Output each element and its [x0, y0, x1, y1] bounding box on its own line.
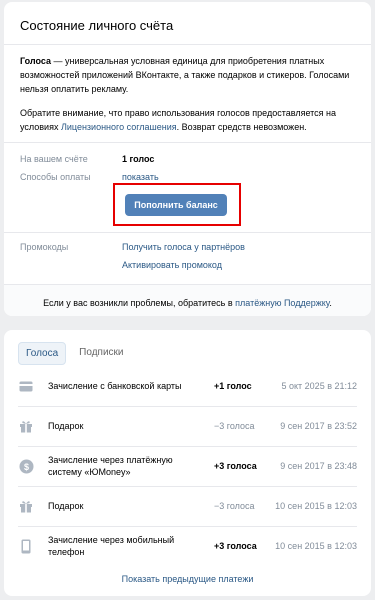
divider [4, 284, 371, 285]
payment-methods-label: Способы оплаты [20, 172, 91, 182]
account-status-card: Состояние личного счёта Голоса — универс… [4, 2, 371, 316]
transaction-row: Зачисление через мобильный телефон +3 гол… [4, 526, 371, 566]
transaction-date: 9 сен 2017 в 23:48 [280, 461, 357, 471]
transaction-date: 5 окт 2025 в 21:12 [281, 381, 358, 391]
divider [4, 232, 371, 233]
transaction-date: 10 сен 2015 в 12:03 [275, 501, 357, 511]
transaction-name: Подарок [48, 501, 84, 511]
partner-votes-link[interactable]: Получить голоса у партнёров [122, 242, 245, 252]
row-divider [18, 526, 357, 527]
notice-suffix: . Возврат средств невозможен. [176, 122, 307, 132]
support-suffix: . [329, 298, 332, 308]
row-divider [18, 486, 357, 487]
page-title: Состояние личного счёта [20, 18, 174, 33]
row-divider [18, 406, 357, 407]
phone-icon [18, 538, 34, 554]
show-previous-payments-link[interactable]: Показать предыдущие платежи [4, 574, 371, 584]
divider [4, 142, 371, 143]
intro-term: Голоса [20, 56, 52, 66]
row-divider [18, 446, 357, 447]
transaction-row: Зачисление с банковской карты +1 голос 5 о… [4, 366, 371, 406]
card-icon [18, 378, 34, 394]
balance-label: На вашем счёте [20, 154, 88, 164]
show-payment-methods-link[interactable]: показать [122, 172, 159, 182]
ruble-icon: $ [18, 458, 34, 474]
tab-votes[interactable]: Голоса [18, 342, 67, 365]
support-prefix: Если у вас возникли проблемы, обратитесь… [43, 298, 236, 308]
intro-description: — универсальная условная единица для при… [20, 56, 350, 94]
transaction-amount: +3 голоса [214, 461, 257, 471]
divider [4, 44, 371, 45]
svg-text:$: $ [23, 462, 28, 472]
promocodes-label: Промокоды [20, 242, 69, 252]
gift-icon [18, 498, 34, 514]
payment-support-link[interactable]: платёжную Поддержку [235, 298, 329, 308]
transaction-date: 9 сен 2017 в 23:52 [280, 421, 357, 431]
transaction-name: Зачисление через мобильный телефон [48, 535, 175, 557]
transaction-amount: −3 голоса [214, 501, 255, 511]
intro-text: Голоса — универсальная условная единица … [20, 54, 357, 96]
topup-balance-button[interactable]: Пополнить баланс [125, 194, 227, 216]
topup-highlight: Пополнить баланс [113, 183, 241, 226]
transaction-amount: +3 голоса [214, 541, 257, 551]
activate-promocode-link[interactable]: Активировать промокод [122, 260, 222, 270]
balance-value: 1 голос [122, 154, 155, 164]
transaction-row: Подарок −3 голоса 9 сен 2017 в 23:52 [4, 406, 371, 446]
license-agreement-link[interactable]: Лицензионного соглашения [61, 122, 177, 132]
transaction-name: Подарок [48, 421, 84, 431]
tabs: Голоса Подписки [18, 342, 131, 365]
transaction-row: Подарок −3 голоса 10 сен 2015 в 12:03 [4, 486, 371, 526]
transaction-date: 10 сен 2015 в 12:03 [275, 541, 357, 551]
transaction-row: $ Зачисление через платёжную систему «ЮMo… [4, 446, 371, 486]
transaction-name: Зачисление с банковской карты [48, 381, 182, 391]
tab-subscriptions[interactable]: Подписки [72, 342, 130, 365]
gift-icon [18, 418, 34, 434]
transaction-amount: +1 голос [214, 381, 252, 391]
transaction-amount: −3 голоса [214, 421, 255, 431]
transaction-name: Зачисление через платёжную систему «ЮMon… [48, 455, 173, 477]
transactions-card: Голоса Подписки Зачисление с банковской … [4, 330, 371, 596]
support-note: Если у вас возникли проблемы, обратитесь… [4, 298, 371, 308]
license-notice: Обратите внимание, что право использован… [20, 106, 357, 134]
